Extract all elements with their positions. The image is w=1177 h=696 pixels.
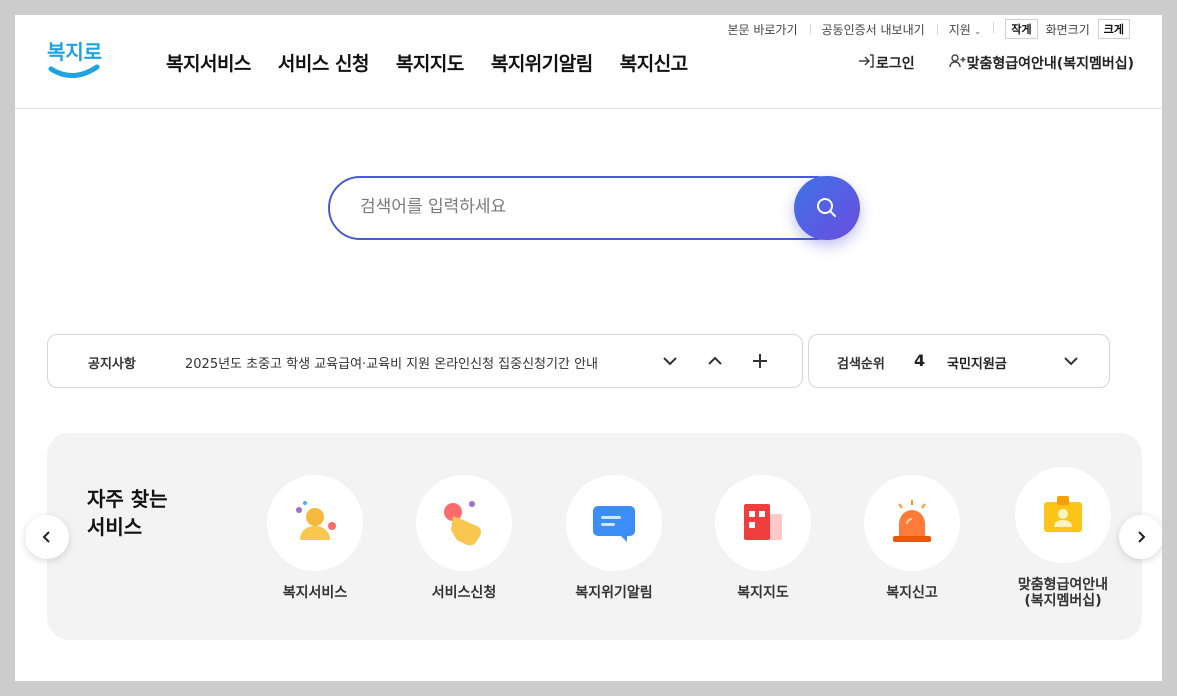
quick-item-circle bbox=[1015, 467, 1111, 563]
chevron-up-icon bbox=[708, 356, 722, 365]
notice-bar: 공지사항 2025년도 초중고 학생 교육급여·교육비 지원 온라인신청 집중신… bbox=[47, 334, 803, 388]
quick-services: 자주 찾는 서비스 복지서비스 서비스신청 복지위기알림 복지지도 복지신고 맞… bbox=[47, 433, 1142, 640]
quick-item-membership[interactable]: 맞춤형급여안내 (복지멤버십) bbox=[993, 467, 1133, 609]
building-icon bbox=[744, 504, 782, 540]
search-input[interactable] bbox=[360, 196, 780, 218]
header: 본문 바로가기 공동인증서 내보내기 지원 ⌄ 작게 화면크기 크게 복지로 복지… bbox=[15, 15, 1162, 109]
quick-item-service-apply[interactable]: 서비스신청 bbox=[394, 475, 534, 601]
plus-icon bbox=[753, 354, 767, 368]
quick-item-label: 맞춤형급여안내 (복지멤버십) bbox=[993, 577, 1133, 609]
login-icon bbox=[858, 54, 876, 72]
logo-text: 복지로 bbox=[47, 40, 102, 64]
login-link[interactable]: 로그인 bbox=[858, 53, 915, 73]
quick-item-crisis-alert[interactable]: 복지위기알림 bbox=[544, 475, 684, 601]
ranking-expand-button[interactable] bbox=[1057, 347, 1085, 375]
header-actions: 로그인 맞춤형급여안내(복지멤버십) bbox=[858, 53, 1134, 73]
nav-service-apply[interactable]: 서비스 신청 bbox=[278, 49, 370, 76]
cert-export-link[interactable]: 공동인증서 내보내기 bbox=[809, 21, 937, 38]
quick-item-label: 복지서비스 bbox=[282, 585, 348, 601]
quick-item-welfare-service[interactable]: 복지서비스 bbox=[245, 475, 385, 601]
siren-icon bbox=[893, 500, 931, 542]
notice-label: 공지사항 bbox=[88, 357, 136, 372]
notice-up-button[interactable] bbox=[701, 347, 729, 375]
quick-title-line2: 서비스 bbox=[87, 515, 143, 539]
hand-pointer-icon bbox=[444, 501, 481, 546]
chevron-down-icon bbox=[663, 357, 677, 366]
membership-label: 맞춤형급여안내(복지멤버십) bbox=[966, 56, 1134, 72]
notice-more-button[interactable] bbox=[746, 347, 774, 375]
badge-icon bbox=[1044, 496, 1082, 532]
logo-icon: 복지로 bbox=[47, 40, 102, 78]
page: 본문 바로가기 공동인증서 내보내기 지원 ⌄ 작게 화면크기 크게 복지로 복지… bbox=[15, 15, 1162, 681]
quick-title-line1: 자주 찾는 bbox=[87, 487, 168, 511]
chevron-right-icon bbox=[1138, 531, 1146, 543]
nav-welfare-report[interactable]: 복지신고 bbox=[620, 49, 688, 76]
chevron-down-icon bbox=[1064, 357, 1078, 366]
quick-item-label: 복지위기알림 bbox=[575, 585, 653, 601]
user-plus-icon bbox=[948, 54, 967, 72]
carousel-next-button[interactable] bbox=[1119, 515, 1162, 559]
chevron-down-icon: ⌄ bbox=[973, 26, 982, 37]
search-area bbox=[328, 176, 860, 240]
quick-item-label-line2: (복지멤버십) bbox=[1024, 593, 1102, 609]
chevron-left-icon bbox=[42, 531, 50, 543]
notice-text[interactable]: 2025년도 초중고 학생 교육급여·교육비 지원 온라인신청 집중신청기간 안… bbox=[185, 353, 598, 372]
quick-item-circle bbox=[566, 475, 662, 571]
quick-item-label: 복지신고 bbox=[886, 585, 938, 601]
message-icon bbox=[593, 506, 635, 542]
ranking-keyword[interactable]: 국민지원금 bbox=[947, 353, 1007, 372]
login-label: 로그인 bbox=[876, 56, 915, 72]
utility-bar: 본문 바로가기 공동인증서 내보내기 지원 ⌄ 작게 화면크기 크게 bbox=[715, 15, 1142, 43]
nav-welfare-map[interactable]: 복지지도 bbox=[396, 49, 464, 76]
quick-item-label-line1: 맞춤형급여안내 bbox=[1017, 577, 1109, 593]
quick-item-circle bbox=[864, 475, 960, 571]
ranking-number: 4 bbox=[914, 351, 926, 370]
quick-services-title: 자주 찾는 서비스 bbox=[87, 485, 197, 541]
quick-item-welfare-report[interactable]: 복지신고 bbox=[842, 475, 982, 601]
search-button[interactable] bbox=[794, 176, 860, 240]
quick-item-circle bbox=[715, 475, 811, 571]
font-size-label: 화면크기 bbox=[1045, 22, 1090, 37]
quick-item-welfare-map[interactable]: 복지지도 bbox=[693, 475, 833, 601]
font-large-button[interactable]: 크게 bbox=[1097, 19, 1130, 39]
font-small-button[interactable]: 작게 bbox=[1005, 19, 1038, 39]
font-size-controls: 작게 화면크기 크게 bbox=[993, 19, 1142, 39]
quick-item-circle bbox=[267, 475, 363, 571]
quick-item-label: 복지지도 bbox=[737, 585, 789, 601]
logo[interactable]: 복지로 bbox=[45, 35, 105, 85]
search-ranking: 검색순위 4 국민지원금 bbox=[808, 334, 1110, 388]
ranking-label: 검색순위 bbox=[837, 357, 885, 372]
skip-to-content-link[interactable]: 본문 바로가기 bbox=[715, 21, 809, 38]
quick-item-label: 서비스신청 bbox=[431, 585, 497, 601]
nav-welfare-service[interactable]: 복지서비스 bbox=[166, 49, 251, 76]
support-menu[interactable]: 지원 ⌄ bbox=[936, 21, 994, 38]
carousel-prev-button[interactable] bbox=[25, 515, 69, 559]
notice-down-button[interactable] bbox=[656, 347, 684, 375]
main-nav: 복지서비스 서비스 신청 복지지도 복지위기알림 복지신고 bbox=[166, 49, 688, 76]
nav-crisis-alert[interactable]: 복지위기알림 bbox=[491, 49, 593, 76]
person-icon bbox=[296, 501, 336, 540]
membership-link[interactable]: 맞춤형급여안내(복지멤버십) bbox=[948, 53, 1134, 73]
support-label: 지원 bbox=[948, 22, 971, 37]
quick-item-circle bbox=[416, 475, 512, 571]
search-icon bbox=[817, 198, 836, 217]
